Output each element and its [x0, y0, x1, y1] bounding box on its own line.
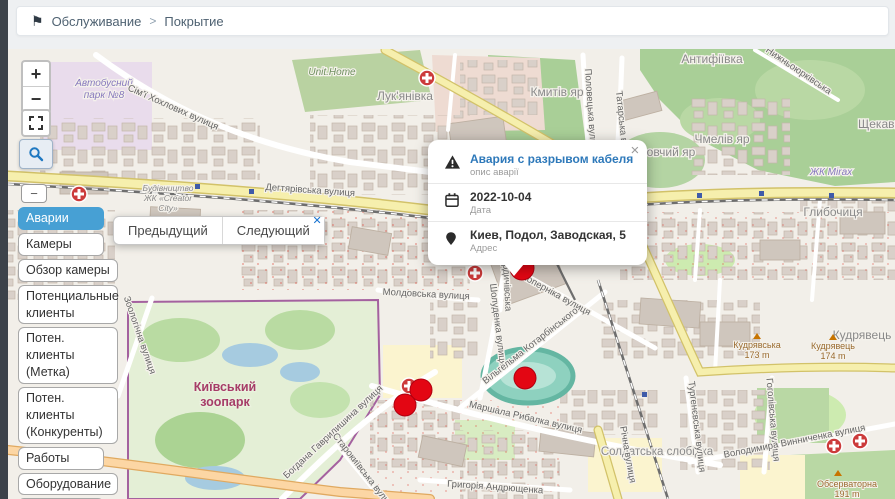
breadcrumb: Обслуживание > Покрытие	[52, 14, 224, 29]
breadcrumb-separator: >	[149, 14, 156, 28]
map-label: Будівництво	[143, 183, 194, 193]
layer-item-cameras[interactable]: Камеры	[18, 233, 104, 256]
accident-date-value: 2022-10-04	[470, 190, 531, 204]
popup-row-address: Киев, Подол, Заводская, 5 Адрес	[428, 221, 647, 259]
map-label: ЖК «Creator	[143, 193, 193, 203]
peak-label: 173 m	[744, 350, 769, 360]
previous-button[interactable]: Предыдущий	[114, 217, 223, 244]
map-label: Глибочиця	[803, 205, 862, 219]
map-label: Лук'янівка	[377, 89, 433, 103]
map-label: Чмелів яр	[694, 132, 749, 146]
map-label: City»	[158, 203, 178, 213]
layer-item-camera-overview[interactable]: Обзор камеры	[18, 259, 118, 282]
search-icon	[28, 146, 44, 162]
calendar-icon	[444, 190, 461, 213]
warning-icon	[444, 152, 461, 175]
layer-item-accidents[interactable]: Аварии	[18, 207, 104, 230]
peak-label: Обсерваторна	[817, 479, 877, 489]
zoom-in-button[interactable]: +	[23, 62, 49, 87]
map-label: парк №8	[84, 90, 125, 101]
fullscreen-button[interactable]	[21, 109, 51, 137]
map-label: Кудрявець	[833, 328, 892, 342]
accident-title-label: опис аварії	[470, 167, 633, 178]
accident-title-link[interactable]: Авария с разрывом кабеля	[470, 152, 633, 166]
peak-label: 191 m	[834, 489, 859, 499]
layer-list: Аварии Камеры Обзор камеры Потенциальные…	[18, 207, 118, 499]
accident-address-label: Адрес	[470, 243, 626, 254]
accident-pager: Предыдущий Следующий ✕	[113, 216, 325, 245]
collapsed-nav-strip[interactable]	[0, 0, 8, 499]
accident-address-value: Киев, Подол, Заводская, 5	[470, 228, 626, 242]
layer-item-equipment[interactable]: Оборудование	[18, 473, 118, 496]
breadcrumb-card: ⚑ Обслуживание > Покрытие	[16, 6, 889, 36]
map-label: Щекавиця	[858, 117, 895, 131]
map-label: Автобусний	[74, 77, 133, 89]
top-header: ⚑ Обслуживание > Покрытие	[8, 0, 895, 49]
breadcrumb-page[interactable]: Покрытие	[164, 14, 223, 29]
fullscreen-icon	[29, 116, 43, 130]
flag-icon: ⚑	[31, 13, 44, 30]
zoom-control: + −	[21, 60, 51, 114]
accident-date-label: Дата	[470, 205, 531, 216]
osm-base-map[interactable]: Лук'янівка Кмитів яр Антифіївка Чмелів я…	[8, 49, 895, 499]
collapse-layers-button[interactable]: −	[21, 184, 47, 203]
map-label: ЖК Mirax	[809, 167, 853, 178]
map-label: Антифіївка	[681, 52, 743, 66]
pager-close-icon[interactable]: ✕	[313, 216, 322, 227]
zoo-label: Київський	[194, 380, 256, 394]
popup-close-icon[interactable]: ×	[631, 143, 640, 158]
layer-item-potential-clients-competitors[interactable]: Потен. клиенты (Конкуренты)	[18, 387, 118, 444]
zoo-label: зоопарк	[200, 395, 250, 409]
layer-item-potential-clients-mark[interactable]: Потен. клиенты (Метка)	[18, 327, 118, 384]
layer-item-potential-clients[interactable]: Потенциальные клиенты	[18, 285, 118, 325]
peak-label: 174 m	[820, 351, 845, 361]
next-button[interactable]: Следующий	[223, 217, 324, 244]
peak-label: Кудрявець	[811, 341, 855, 351]
map-label: Кмитів яр	[531, 85, 584, 99]
search-button[interactable]	[19, 139, 53, 169]
accident-info-popup: × Авария с разрывом кабеля опис аварії 2…	[428, 140, 647, 265]
pin-icon	[444, 228, 461, 252]
popup-tail	[504, 264, 524, 276]
layer-item-works[interactable]: Работы	[18, 447, 104, 470]
breadcrumb-section[interactable]: Обслуживание	[52, 14, 142, 29]
map-canvas[interactable]: Лук'янівка Кмитів яр Антифіївка Чмелів я…	[8, 49, 895, 499]
peak-label: Кудрявська	[733, 340, 780, 350]
map-label: Unit.Home	[308, 67, 356, 78]
popup-row-date: 2022-10-04 Дата	[428, 183, 647, 221]
popup-row-title: Авария с разрывом кабеля опис аварії	[428, 146, 647, 183]
